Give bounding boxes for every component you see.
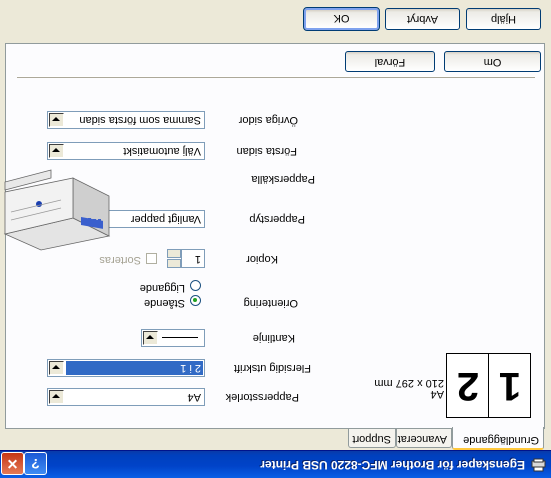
preview-paper-size: 210 x 297 mm	[374, 377, 444, 389]
printer-icon	[531, 458, 546, 472]
close-button[interactable]: ✕	[1, 452, 24, 475]
collate-checkbox[interactable]	[146, 253, 157, 264]
help-caption-button[interactable]: ?	[24, 452, 47, 475]
portrait-radio[interactable]	[190, 295, 201, 306]
orientation-label: Orientering	[243, 297, 298, 309]
dialog-window: Egenskaper för Brother MFC-8220 USB Prin…	[0, 0, 551, 478]
chevron-down-icon[interactable]	[143, 331, 158, 345]
preview-paper-name: A4	[430, 388, 444, 400]
media-type-value: Vanligt papper	[130, 213, 201, 225]
first-page-value: Välj automatiskt	[123, 145, 201, 157]
chevron-down-icon[interactable]	[49, 390, 64, 404]
paper-size-select[interactable]: A4	[47, 388, 205, 406]
copies-spinner[interactable]	[167, 249, 181, 268]
paper-size-label: Pappersstorlek	[225, 391, 299, 403]
paper-source-label: Papperskälla	[251, 173, 315, 185]
first-page-label: Första sidan	[236, 145, 297, 157]
window-title: Egenskaper för Brother MFC-8220 USB Prin…	[260, 458, 525, 472]
tab-basic[interactable]: Grundläggande	[452, 427, 544, 450]
landscape-radio[interactable]	[190, 280, 201, 291]
copies-input[interactable]: 1	[181, 249, 205, 268]
paper-size-value: A4	[187, 391, 201, 403]
ok-button[interactable]: OK	[303, 7, 380, 31]
printer-illustration	[3, 169, 111, 251]
page-layout-preview: 1 2	[446, 353, 531, 418]
preview-page-2: 2	[456, 364, 480, 408]
spin-down-button[interactable]	[167, 249, 181, 258]
other-pages-label: Övriga sidor	[238, 114, 298, 126]
about-button[interactable]: Om	[444, 51, 541, 72]
multipage-select[interactable]: 2 i 1	[47, 359, 205, 377]
tab-support[interactable]: Support	[348, 429, 396, 448]
other-pages-select[interactable]: Samma som första sidan	[47, 111, 205, 129]
landscape-label[interactable]: Liggande	[140, 282, 185, 294]
border-label: Kantlinje	[252, 332, 295, 344]
chevron-down-icon[interactable]	[49, 361, 64, 375]
preview-divider	[488, 354, 489, 417]
preview-page-1: 1	[498, 364, 522, 408]
multipage-label: Flersidig utskrift	[233, 362, 311, 374]
other-pages-value: Samma som första sidan	[79, 114, 201, 126]
help-button[interactable]: Hjälp	[466, 8, 541, 30]
chevron-down-icon[interactable]	[49, 113, 64, 127]
tab-advanced[interactable]: Avancerat	[396, 429, 452, 448]
default-button[interactable]: Förval	[345, 51, 435, 72]
cancel-button[interactable]: Avbryt	[385, 8, 460, 30]
separator	[17, 76, 535, 78]
media-type-label: Papperstyp	[249, 213, 305, 225]
multipage-value: 2 i 1	[66, 361, 203, 375]
portrait-label[interactable]: Stående	[144, 297, 185, 309]
copies-value: 1	[194, 253, 201, 265]
spin-up-button[interactable]	[167, 259, 181, 268]
border-line-sample	[162, 337, 198, 338]
copies-label: Kopior	[246, 253, 278, 265]
border-select[interactable]	[141, 329, 205, 347]
title-bar[interactable]: Egenskaper för Brother MFC-8220 USB Prin…	[0, 450, 551, 478]
